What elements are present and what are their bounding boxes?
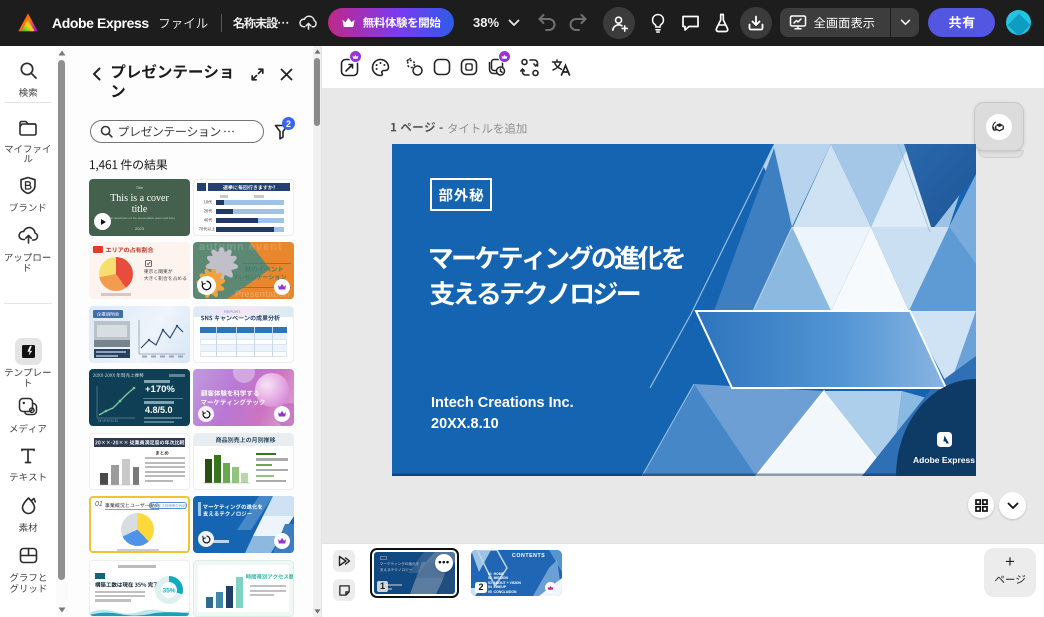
svg-text:35%: 35% xyxy=(162,588,175,595)
svg-text:18 19 20 21 22: 18 19 20 21 22 xyxy=(98,419,118,423)
svg-text:Adobe Express: Adobe Express xyxy=(913,455,975,465)
